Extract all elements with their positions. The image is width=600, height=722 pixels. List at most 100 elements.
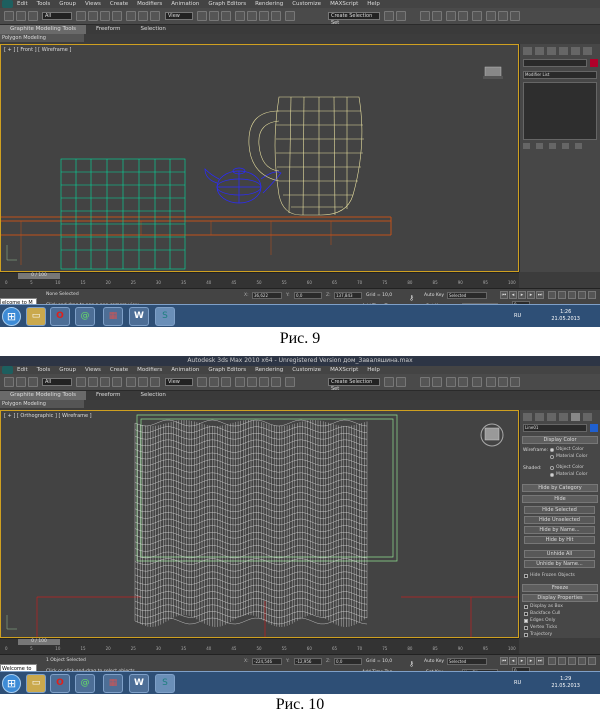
time-slider[interactable]: 0 / 100 — [18, 273, 60, 279]
rect-selection-icon[interactable] — [100, 377, 110, 387]
wireframe-object-color-radio[interactable]: Object Color — [550, 447, 584, 452]
orbit-icon[interactable] — [588, 657, 596, 665]
curve-editor-icon[interactable] — [446, 11, 456, 21]
rollout-freeze[interactable]: Freeze — [522, 584, 598, 592]
viewport-orthographic[interactable]: [ + ] [ Orthographic ] [ Wireframe ] — [0, 410, 519, 638]
tab-graphite-modeling-tools[interactable]: Graphite Modeling Tools — [0, 25, 87, 34]
select-manipulate-icon[interactable] — [209, 11, 219, 21]
menu-help[interactable]: Help — [367, 0, 380, 8]
menu-maxscript[interactable]: MAXScript — [330, 0, 358, 8]
material-editor-icon[interactable] — [472, 377, 482, 387]
hierarchy-tab-icon[interactable] — [547, 47, 556, 55]
utilities-tab-icon[interactable] — [583, 413, 592, 421]
start-orb-icon[interactable]: ⊞ — [2, 307, 21, 326]
zoom-all-icon[interactable] — [558, 657, 566, 665]
named-selection-dropdown[interactable]: Create Selection Set — [328, 12, 380, 26]
menu-create[interactable]: Create — [110, 366, 128, 374]
pivot-icon[interactable] — [197, 11, 207, 21]
angle-snap-icon[interactable] — [247, 377, 257, 387]
hide-by-name-button[interactable]: Hide by Name... — [524, 526, 595, 534]
motion-tab-icon[interactable] — [559, 47, 568, 55]
explorer-icon[interactable]: ▭ — [26, 674, 46, 693]
menu-edit[interactable]: Edit — [17, 366, 28, 374]
make-unique-icon[interactable] — [549, 143, 556, 149]
rotate-icon[interactable] — [138, 377, 148, 387]
modify-tab-icon[interactable] — [535, 47, 544, 55]
selection-filter-dropdown[interactable]: All — [42, 12, 72, 20]
menu-maxscript[interactable]: MAXScript — [330, 366, 358, 374]
backface-cull-checkbox[interactable]: Backface Cull — [524, 611, 560, 616]
spinner-snap-icon[interactable] — [271, 11, 281, 21]
mirror-icon[interactable] — [384, 11, 394, 21]
create-tab-icon[interactable] — [523, 47, 532, 55]
menu-views[interactable]: Views — [85, 0, 101, 8]
zoom-extents-icon[interactable] — [568, 291, 576, 299]
next-frame-icon[interactable]: ▸ — [527, 657, 535, 665]
menu-animation[interactable]: Animation — [171, 366, 199, 374]
rollout-display-properties[interactable]: Display Properties — [522, 594, 598, 602]
select-object-icon[interactable] — [76, 377, 86, 387]
rotate-icon[interactable] — [138, 11, 148, 21]
snaps-icon[interactable] — [235, 377, 245, 387]
tab-freeform[interactable]: Freeform — [86, 25, 131, 34]
go-to-start-icon[interactable]: ⏮ — [500, 657, 508, 665]
hide-selected-button[interactable]: Hide Selected — [524, 506, 595, 514]
go-to-end-icon[interactable]: ⏭ — [536, 291, 544, 299]
start-orb-icon[interactable]: ⊞ — [2, 674, 21, 693]
rendered-frame-icon[interactable] — [498, 11, 508, 21]
menu-create[interactable]: Create — [110, 0, 128, 8]
menu-modifiers[interactable]: Modifiers — [137, 0, 162, 8]
utilities-tab-icon[interactable] — [583, 47, 592, 55]
menu-customize[interactable]: Customize — [292, 366, 321, 374]
pin-stack-icon[interactable] — [523, 143, 530, 149]
rect-selection-icon[interactable] — [100, 11, 110, 21]
unhide-all-button[interactable]: Unhide All — [524, 550, 595, 558]
redo-icon[interactable] — [16, 11, 26, 21]
rollout-display-color[interactable]: Display Color — [522, 436, 598, 444]
undo-icon[interactable] — [4, 377, 14, 387]
object-name-field[interactable] — [523, 59, 587, 67]
align-icon[interactable] — [396, 377, 406, 387]
configure-sets-icon[interactable] — [575, 143, 582, 149]
pan-icon[interactable] — [578, 291, 586, 299]
z-coord-field[interactable]: 137,843 — [334, 292, 362, 299]
tab-selection[interactable]: Selection — [131, 391, 176, 400]
explorer-icon[interactable]: ▭ — [26, 307, 46, 326]
hierarchy-tab-icon[interactable] — [547, 413, 556, 421]
hide-frozen-checkbox[interactable]: Hide Frozen Objects — [524, 573, 575, 578]
3dsmax-icon[interactable]: S — [155, 307, 175, 326]
move-icon[interactable] — [126, 11, 136, 21]
subtab-polygon-modeling[interactable]: Polygon Modeling — [0, 400, 84, 408]
object-color-swatch[interactable] — [590, 424, 598, 432]
shaded-material-color-radio[interactable]: Material Color — [550, 472, 587, 477]
menu-group[interactable]: Group — [59, 366, 76, 374]
spinner-snap-icon[interactable] — [271, 377, 281, 387]
layer-manager-icon[interactable] — [420, 11, 430, 21]
winrar-icon[interactable]: ▦ — [103, 307, 123, 326]
keyboard-shortcut-icon[interactable] — [221, 11, 231, 21]
render-setup-icon[interactable] — [486, 377, 496, 387]
max-logo-icon[interactable] — [2, 366, 13, 374]
keyboard-shortcut-icon[interactable] — [221, 377, 231, 387]
display-tab-icon[interactable] — [571, 47, 580, 55]
curve-editor-icon[interactable] — [446, 377, 456, 387]
zoom-icon[interactable] — [548, 291, 556, 299]
key-icon[interactable]: ⚷ — [409, 294, 414, 302]
language-indicator[interactable]: RU — [514, 313, 521, 319]
menu-rendering[interactable]: Rendering — [255, 0, 283, 8]
menu-modifiers[interactable]: Modifiers — [137, 366, 162, 374]
key-icon[interactable]: ⚷ — [409, 660, 414, 668]
ref-coord-dropdown[interactable]: View — [165, 12, 193, 20]
link-icon[interactable] — [28, 11, 38, 21]
auto-key-button[interactable]: Auto Key — [424, 293, 444, 298]
graphite-toggle-icon[interactable] — [432, 377, 442, 387]
modify-tab-icon[interactable] — [535, 413, 544, 421]
orbit-icon[interactable] — [588, 291, 596, 299]
menu-animation[interactable]: Animation — [171, 0, 199, 8]
tab-freeform[interactable]: Freeform — [86, 391, 131, 400]
wireframe-material-color-radio[interactable]: Material Color — [550, 454, 587, 459]
word-icon[interactable]: W — [129, 674, 149, 693]
named-selection-dropdown[interactable]: Create Selection Set — [328, 378, 380, 392]
motion-tab-icon[interactable] — [559, 413, 568, 421]
object-color-swatch[interactable] — [590, 59, 598, 67]
